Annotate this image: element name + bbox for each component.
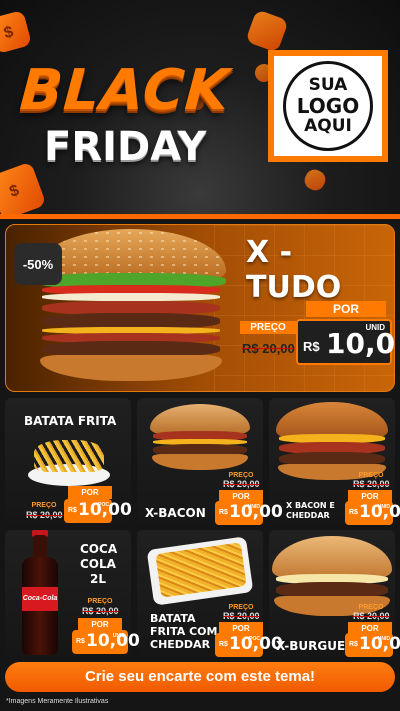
product-name: COCA COLA 2L [80,542,117,587]
coin-tile-decoration: $ [0,161,47,215]
product-name-line: COLA [80,557,116,571]
price-tag: PREÇO R$ 20,00 POR R$ 10,00 POC [24,486,132,524]
current-price: R$ 10,00 UNID [72,630,140,654]
coin-tile-decoration [301,166,329,194]
current-price: R$ 10,00 UNID [296,319,394,365]
currency-symbol: R$ [68,507,77,514]
product-name-line: CHEDDAR [150,638,211,651]
unit-label: UNID [377,636,390,642]
price-tag: PREÇO R$ 20,00 POR R$ 10,00 UNID [215,470,283,525]
currency-symbol: R$ [349,641,358,648]
product-name: X-BURGUER [276,639,355,653]
black-heading: BLACK [17,58,232,123]
disclaimer-text: *Imagens Meramente Ilustrativas [6,698,109,705]
current-price: R$ 10,00 UNID [345,633,400,657]
old-price: R$ 20,00 [26,510,63,520]
x-tudo-burger-image [36,229,226,389]
coin-tile-decoration [245,9,289,53]
current-price: R$ 10,00 UNID [345,501,400,525]
create-flyer-button[interactable]: Crie seu encarte com este tema! [5,662,395,692]
product-name: BATATA FRITA [24,414,117,428]
currency-symbol: R$ [349,509,358,516]
hero-title: X - TUDO [246,235,342,305]
currency-symbol: R$ [219,509,228,516]
unit-label: UNID [377,504,390,510]
por-label: POR [68,486,112,499]
current-price: R$ 10,00 POC [64,499,132,523]
price-tag: PREÇO R$ 20,00 POR R$ 10,00 UNID [72,594,140,656]
product-name-line: COCA [80,542,118,556]
unit-label: UNID [247,504,260,510]
old-price: R$ 20,00 [353,611,390,621]
coca-cola-bottle-image: Coca-Cola [22,530,58,655]
price-tag: PREÇO R$ 20,00 POR R$ 10,00 POC [215,600,283,657]
header-banner: $ $ BLACK FRIDAY SUA LOGO AQUI [0,0,400,215]
fries-image [34,440,104,472]
bottle-logo: Coca-Cola [22,587,58,611]
current-price: R$ 10,00 POC [215,633,283,657]
unit-label: UNID [365,323,385,332]
unit-label: POC [98,502,109,508]
orange-divider [0,214,400,219]
preco-label: PREÇO [240,321,296,334]
product-name: BATATA FRITA COM CHEDDAR [150,612,217,651]
logo-text: SUA [308,75,348,95]
current-price: R$ 10,00 UNID [215,501,283,525]
friday-heading: FRIDAY [44,124,207,170]
hero-offer-card: -50% X - TUDO POR PREÇO R$ 20,00 R$ 10,0… [5,224,395,392]
logo-text: LOGO [296,94,360,118]
price-tag: PREÇO R$ 20,00 POR R$ 10,00 UNID [345,600,400,657]
old-price: R$ 20,00 [353,479,390,489]
unit-label: UNID [112,633,125,639]
coin-tile-decoration: $ [0,9,33,55]
old-price: R$ 20,00 [223,611,260,621]
currency-symbol: R$ [76,638,85,645]
unit-label: POC [249,636,260,642]
logo-text: AQUI [304,116,352,136]
old-price: R$ 20,00 [82,606,119,616]
currency-symbol: R$ [303,339,320,354]
product-name-line: FRITA COM [150,625,218,638]
old-price: R$ 20,00 [223,479,260,489]
logo-circle: SUA LOGO AQUI [283,61,373,151]
por-label: POR [306,301,386,317]
old-price: R$ 20,00 [242,341,295,356]
product-name: X BACON E CHEDDAR [286,501,335,520]
dollar-icon: $ [7,181,22,201]
x-bacon-burger-image [150,404,250,472]
currency-symbol: R$ [219,641,228,648]
discount-badge: -50% [14,243,62,285]
product-name-line: BATATA [150,612,196,625]
price-tag: PREÇO R$ 20,00 POR R$ 10,00 UNID [345,470,400,525]
product-name-line: 2L [90,572,106,586]
dollar-icon: $ [2,23,16,43]
hero-price-tag: POR PREÇO R$ 20,00 R$ 10,00 UNID [236,301,394,371]
product-name: X-BACON [145,506,206,520]
logo-placeholder: SUA LOGO AQUI [268,50,388,162]
